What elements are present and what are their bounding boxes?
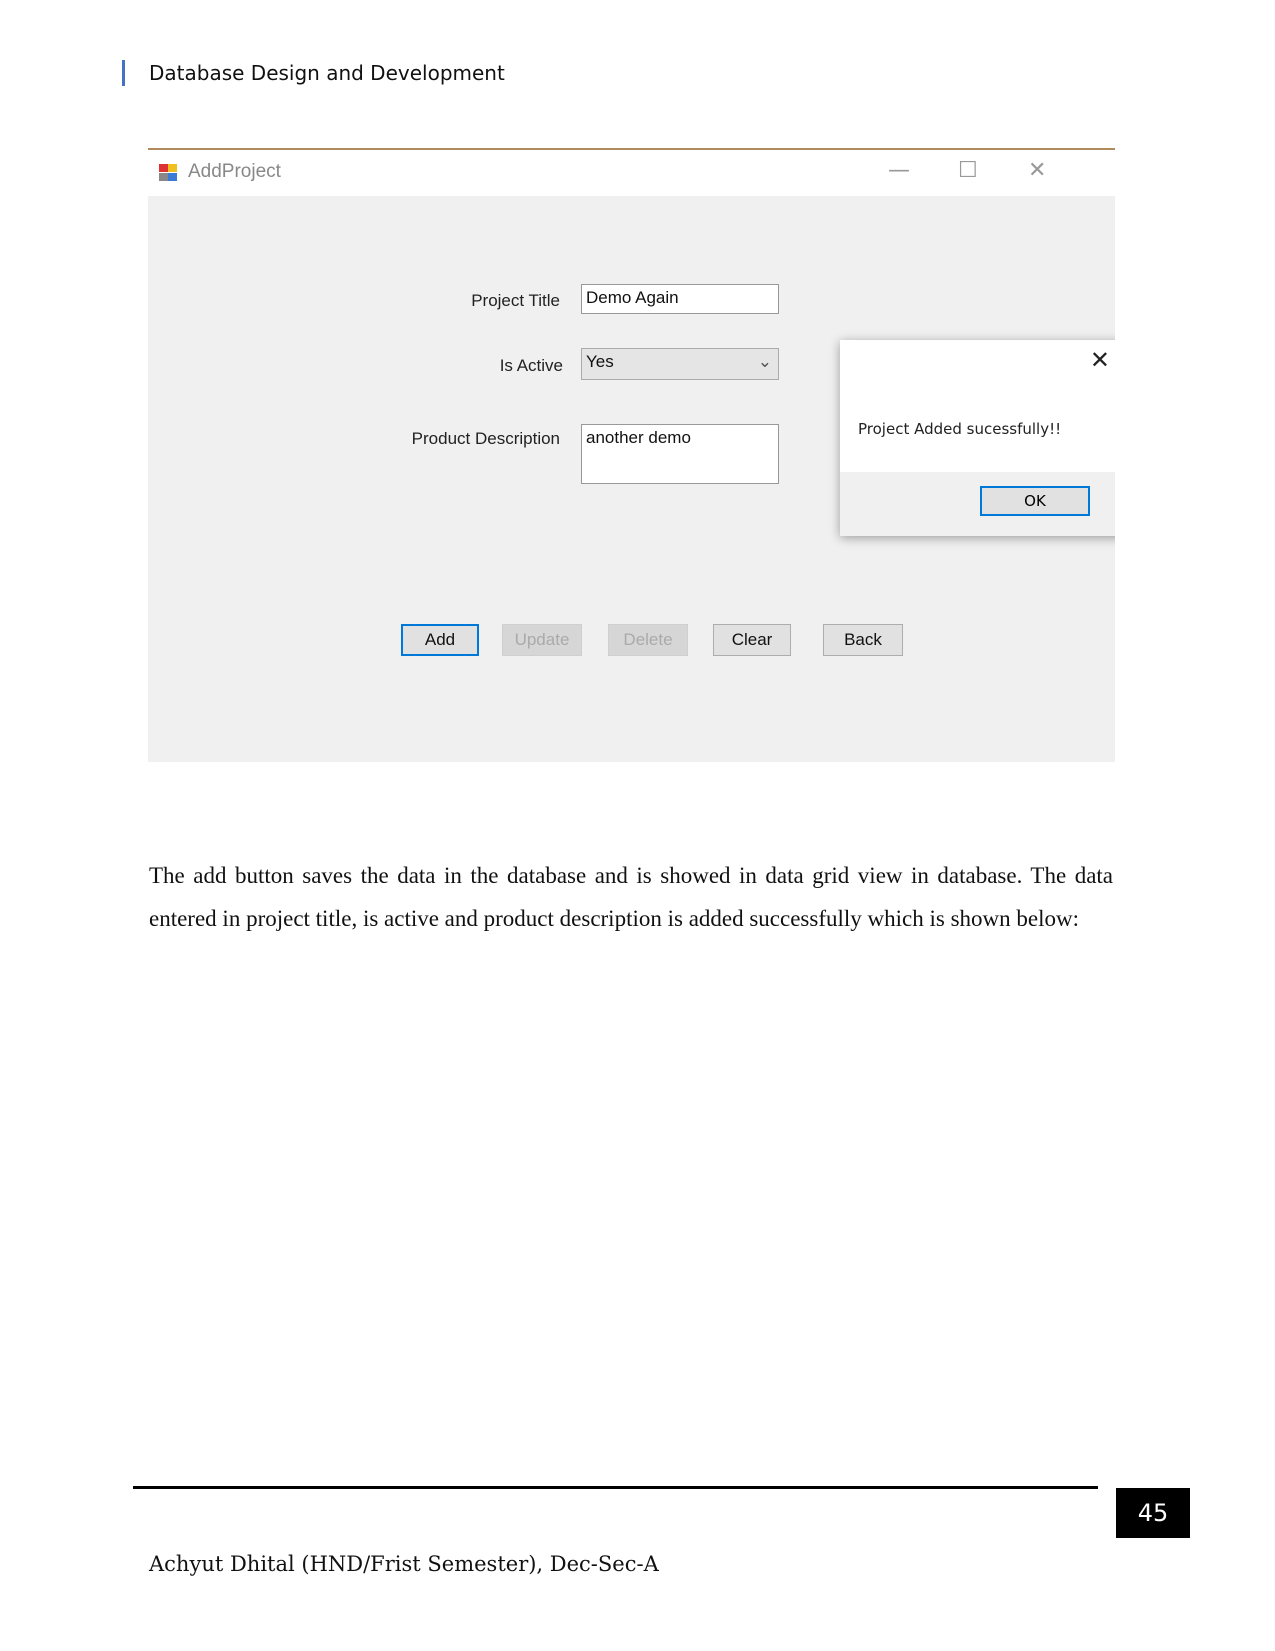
description-label: Product Description <box>411 429 560 448</box>
description-textarea[interactable]: another demo <box>581 424 779 484</box>
update-button[interactable]: Update <box>502 624 582 656</box>
maximize-icon[interactable]: ☐ <box>958 158 978 183</box>
dialog-message: Project Added sucessfully!! <box>858 420 1062 438</box>
body-paragraph: The add button saves the data in the dat… <box>149 863 1113 931</box>
page-number: 45 <box>1116 1488 1190 1538</box>
dialog-footer: OK <box>840 472 1115 536</box>
running-header: Database Design and Development <box>149 61 505 85</box>
footer-author: Achyut Dhital (HND/Frist Semester), Dec-… <box>149 1552 659 1576</box>
delete-button[interactable]: Delete <box>608 624 688 656</box>
footer-divider <box>133 1486 1098 1489</box>
is-active-select[interactable]: Yes ⌄ <box>581 348 779 380</box>
is-active-label: Is Active <box>499 356 563 375</box>
window-title: AddProject <box>188 161 281 182</box>
addproject-window-screenshot: AddProject — ☐ ✕ Project Title Demo Agai… <box>148 148 1115 762</box>
header-accent-bar <box>122 60 125 86</box>
message-dialog: ✕ Project Added sucessfully!! OK <box>840 340 1115 536</box>
clear-button[interactable]: Clear <box>713 624 791 656</box>
is-active-value: Yes <box>586 352 614 371</box>
close-icon[interactable]: ✕ <box>1028 158 1046 183</box>
project-title-input[interactable]: Demo Again <box>581 284 779 314</box>
chevron-down-icon: ⌄ <box>757 352 772 371</box>
app-form-icon <box>159 164 179 182</box>
document-page: Database Design and Development AddProje… <box>0 0 1275 1651</box>
ok-button[interactable]: OK <box>980 486 1090 516</box>
add-button[interactable]: Add <box>401 624 479 656</box>
minimize-icon[interactable]: — <box>888 158 910 183</box>
project-title-label: Project Title <box>471 291 560 310</box>
dialog-close-icon[interactable]: ✕ <box>1090 346 1110 374</box>
back-button[interactable]: Back <box>823 624 903 656</box>
window-titlebar: AddProject — ☐ ✕ <box>148 150 1115 196</box>
